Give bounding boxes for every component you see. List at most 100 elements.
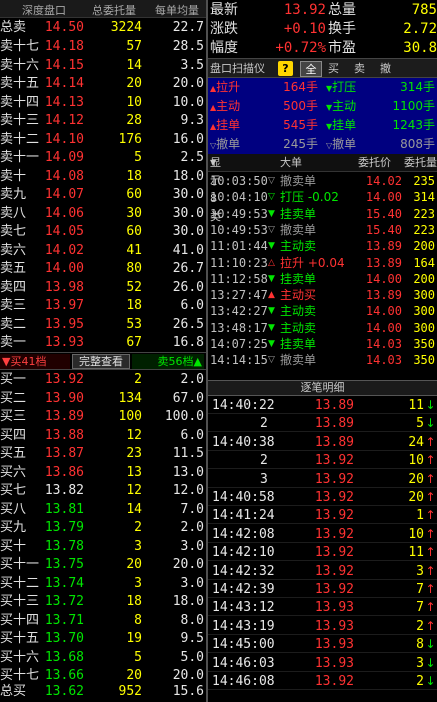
orderbook-row[interactable]: 买十四 13.71 8 8.0: [0, 612, 206, 630]
event-time: 13:48:17: [210, 320, 268, 335]
scanner-event-row[interactable]: 14:14:15 ▽ 撤卖单 14.03 350: [208, 352, 437, 368]
summary-down-label: ▼主动: [326, 97, 356, 117]
orderbook-row[interactable]: 买四 13.88 12 6.0: [0, 427, 206, 445]
scanner-event-row[interactable]: 14:07:25 ▼ 挂卖单 14.03 350: [208, 336, 437, 352]
event-type: 挂卖单: [280, 206, 317, 221]
event-direction-icon: ▼: [268, 339, 275, 349]
tab-cancel[interactable]: 撤: [380, 61, 391, 77]
orderbook-row[interactable]: 买十 13.78 3 3.0: [0, 538, 206, 556]
orderbook-row[interactable]: 买十五 13.70 19 9.5: [0, 630, 206, 648]
orderbook-row[interactable]: 买十六 13.68 5 5.0: [0, 649, 206, 667]
orderbook-row[interactable]: 卖十五 14.14 20 20.0: [0, 75, 206, 93]
quote-label: 换手: [328, 21, 356, 37]
orderbook-row[interactable]: 买八 13.81 14 7.0: [0, 501, 206, 519]
event-direction-icon: ▼: [268, 322, 275, 333]
tick-row[interactable]: 14:46:08 13.92 2 ↓: [208, 673, 437, 690]
event-time: 11:12:58: [210, 271, 268, 286]
orderbook-row[interactable]: 卖十六 14.15 14 3.5: [0, 57, 206, 75]
orderbook-row[interactable]: 卖二 13.95 53 26.5: [0, 316, 206, 334]
orderbook-row[interactable]: 买一 13.92 2 2.0: [0, 371, 206, 389]
orderbook-row[interactable]: 买十二 13.74 3 3.0: [0, 575, 206, 593]
full-view-button[interactable]: 完整查看: [72, 354, 130, 369]
level-avg: 6.0: [180, 427, 204, 443]
tab-buy[interactable]: 买: [328, 61, 339, 77]
orderbook-row[interactable]: 总买 13.62 952 15.6: [0, 683, 206, 701]
orderbook-row[interactable]: 卖四 13.98 52 26.0: [0, 279, 206, 297]
buy-levels-button[interactable]: ▼买41档: [0, 354, 70, 369]
level-avg: 30.0: [172, 205, 204, 221]
tick-row[interactable]: 14:41:24 13.92 1 ↑: [208, 507, 437, 525]
level-price: 14.05: [44, 224, 84, 239]
tick-row[interactable]: 2 13.89 5 ↓: [208, 415, 437, 433]
orderbook-row[interactable]: 买七 13.82 12 12.0: [0, 482, 206, 500]
event-type: 撤卖单: [280, 174, 317, 188]
tick-price: 13.92: [314, 545, 354, 561]
orderbook-row[interactable]: 买二 13.90 134 67.0: [0, 390, 206, 408]
orderbook-row[interactable]: 买三 13.89 100 100.0: [0, 408, 206, 426]
orderbook-row[interactable]: 卖十二 14.10 176 16.0: [0, 131, 206, 149]
scanner-event-row[interactable]: 13:42:27 ▼ 主动卖 14.00 300: [208, 303, 437, 319]
orderbook-row[interactable]: 卖十一 14.09 5 2.5: [0, 149, 206, 167]
summary-up-text: 挂单: [216, 118, 241, 132]
orderbook-row[interactable]: 总卖 14.50 3224 22.7: [0, 19, 206, 37]
orderbook-row[interactable]: 卖七 14.05 60 30.0: [0, 223, 206, 241]
tick-row[interactable]: 14:43:19 13.93 2 ↑: [208, 618, 437, 635]
tab-all[interactable]: 全: [300, 61, 322, 77]
level-volume: 80: [126, 261, 142, 276]
sell-levels-button[interactable]: 卖56档▲: [132, 354, 204, 369]
arrow-up-icon: ↑: [425, 582, 436, 596]
orderbook-row[interactable]: 卖十三 14.12 28 9.3: [0, 112, 206, 130]
orderbook-row[interactable]: 卖十 14.08 18 18.0: [0, 168, 206, 186]
tick-row[interactable]: 3 13.92 20 ↑: [208, 471, 437, 488]
orderbook-row[interactable]: 买十一 13.75 20 20.0: [0, 556, 206, 574]
level-price: 13.89: [44, 409, 84, 424]
tick-row[interactable]: 14:42:08 13.92 10 ↑: [208, 526, 437, 543]
scanner-event-row[interactable]: 11:12:58 ▼ 挂卖单 14.00 200: [208, 271, 437, 287]
orderbook-row[interactable]: 买六 13.86 13 13.0: [0, 464, 206, 482]
scanner-event-row[interactable]: 10:04:10 ▽ 打压 -0.02 14.00 314: [208, 189, 437, 205]
tick-row[interactable]: 14:42:32 13.92 3 ↑: [208, 563, 437, 580]
tick-row[interactable]: 14:40:38 13.89 24 ↑: [208, 434, 437, 451]
orderbook-header: 深度盘口 总委托量 每单均量: [0, 0, 206, 18]
orderbook-row[interactable]: 卖一 13.93 67 16.8: [0, 334, 206, 352]
tab-sell[interactable]: 卖: [354, 61, 365, 77]
level-volume: 12: [126, 427, 142, 443]
scanner-event-row[interactable]: 13:27:47 ▲ 主动买 13.89 300: [208, 287, 437, 303]
scanner-event-row[interactable]: 11:10:23 △ 拉升 +0.04 13.89 164: [208, 255, 437, 271]
orderbook-row[interactable]: 买十三 13.72 18 18.0: [0, 593, 206, 611]
tick-row[interactable]: 2 13.92 10 ↑: [208, 452, 437, 470]
scanner-event-row[interactable]: 11:01:44 ▼ 主动卖 13.89 200: [208, 238, 437, 254]
orderbook-row[interactable]: 卖十七 14.18 57 28.5: [0, 38, 206, 56]
help-icon[interactable]: ?: [278, 61, 293, 76]
level-avg: 3.0: [180, 538, 204, 554]
orderbook-row[interactable]: 卖八 14.06 30 30.0: [0, 205, 206, 223]
scanner-event-row[interactable]: 10:03:50 ▽ 撤卖单 14.02 235: [208, 173, 437, 189]
level-price: 14.06: [44, 205, 84, 221]
tick-row[interactable]: 14:45:00 13.93 8 ↓: [208, 636, 437, 654]
tick-row[interactable]: 14:42:39 13.92 7 ↑: [208, 581, 437, 598]
tick-row[interactable]: 14:40:58 13.92 20 ↑: [208, 489, 437, 506]
tick-row[interactable]: 14:46:03 13.93 3 ↓: [208, 655, 437, 672]
orderbook-row[interactable]: 买五 13.87 23 11.5: [0, 445, 206, 463]
orderbook-row[interactable]: 卖六 14.02 41 41.0: [0, 242, 206, 260]
orderbook-row[interactable]: 买九 13.79 2 2.0: [0, 519, 206, 537]
orderbook-row[interactable]: 卖十四 14.13 10 10.0: [0, 94, 206, 112]
tick-row[interactable]: 14:40:22 13.89 11 ↓: [208, 397, 437, 414]
tick-time: 14:42:08: [212, 526, 275, 542]
level-avg: 2.0: [180, 372, 204, 387]
scanner-event-row[interactable]: 10:49:53 ▼ 挂卖单 15.40 223: [208, 206, 437, 222]
tick-row[interactable]: 14:42:10 13.92 11 ↑: [208, 544, 437, 562]
orderbook-row[interactable]: 卖三 13.97 18 6.0: [0, 297, 206, 315]
orderbook-row[interactable]: 卖五 14.00 80 26.7: [0, 260, 206, 278]
event-time: 13:27:47: [210, 288, 268, 303]
event-qty: 200: [413, 271, 435, 286]
level-avg: 18.0: [172, 594, 204, 609]
tick-price: 13.93: [314, 637, 354, 653]
tick-row[interactable]: 14:43:12 13.93 7 ↑: [208, 599, 437, 617]
tab-scanner[interactable]: 盘口扫描仪: [210, 61, 265, 77]
tick-time: 14:42:10: [212, 545, 275, 561]
scanner-event-row[interactable]: 13:48:17 ▼ 主动卖 14.00 300: [208, 320, 437, 336]
scanner-event-row[interactable]: 10:49:53 ▽ 撤卖单 15.40 223: [208, 222, 437, 238]
arrow-up-icon: ↑: [425, 618, 436, 633]
orderbook-row[interactable]: 卖九 14.07 60 30.0: [0, 186, 206, 204]
